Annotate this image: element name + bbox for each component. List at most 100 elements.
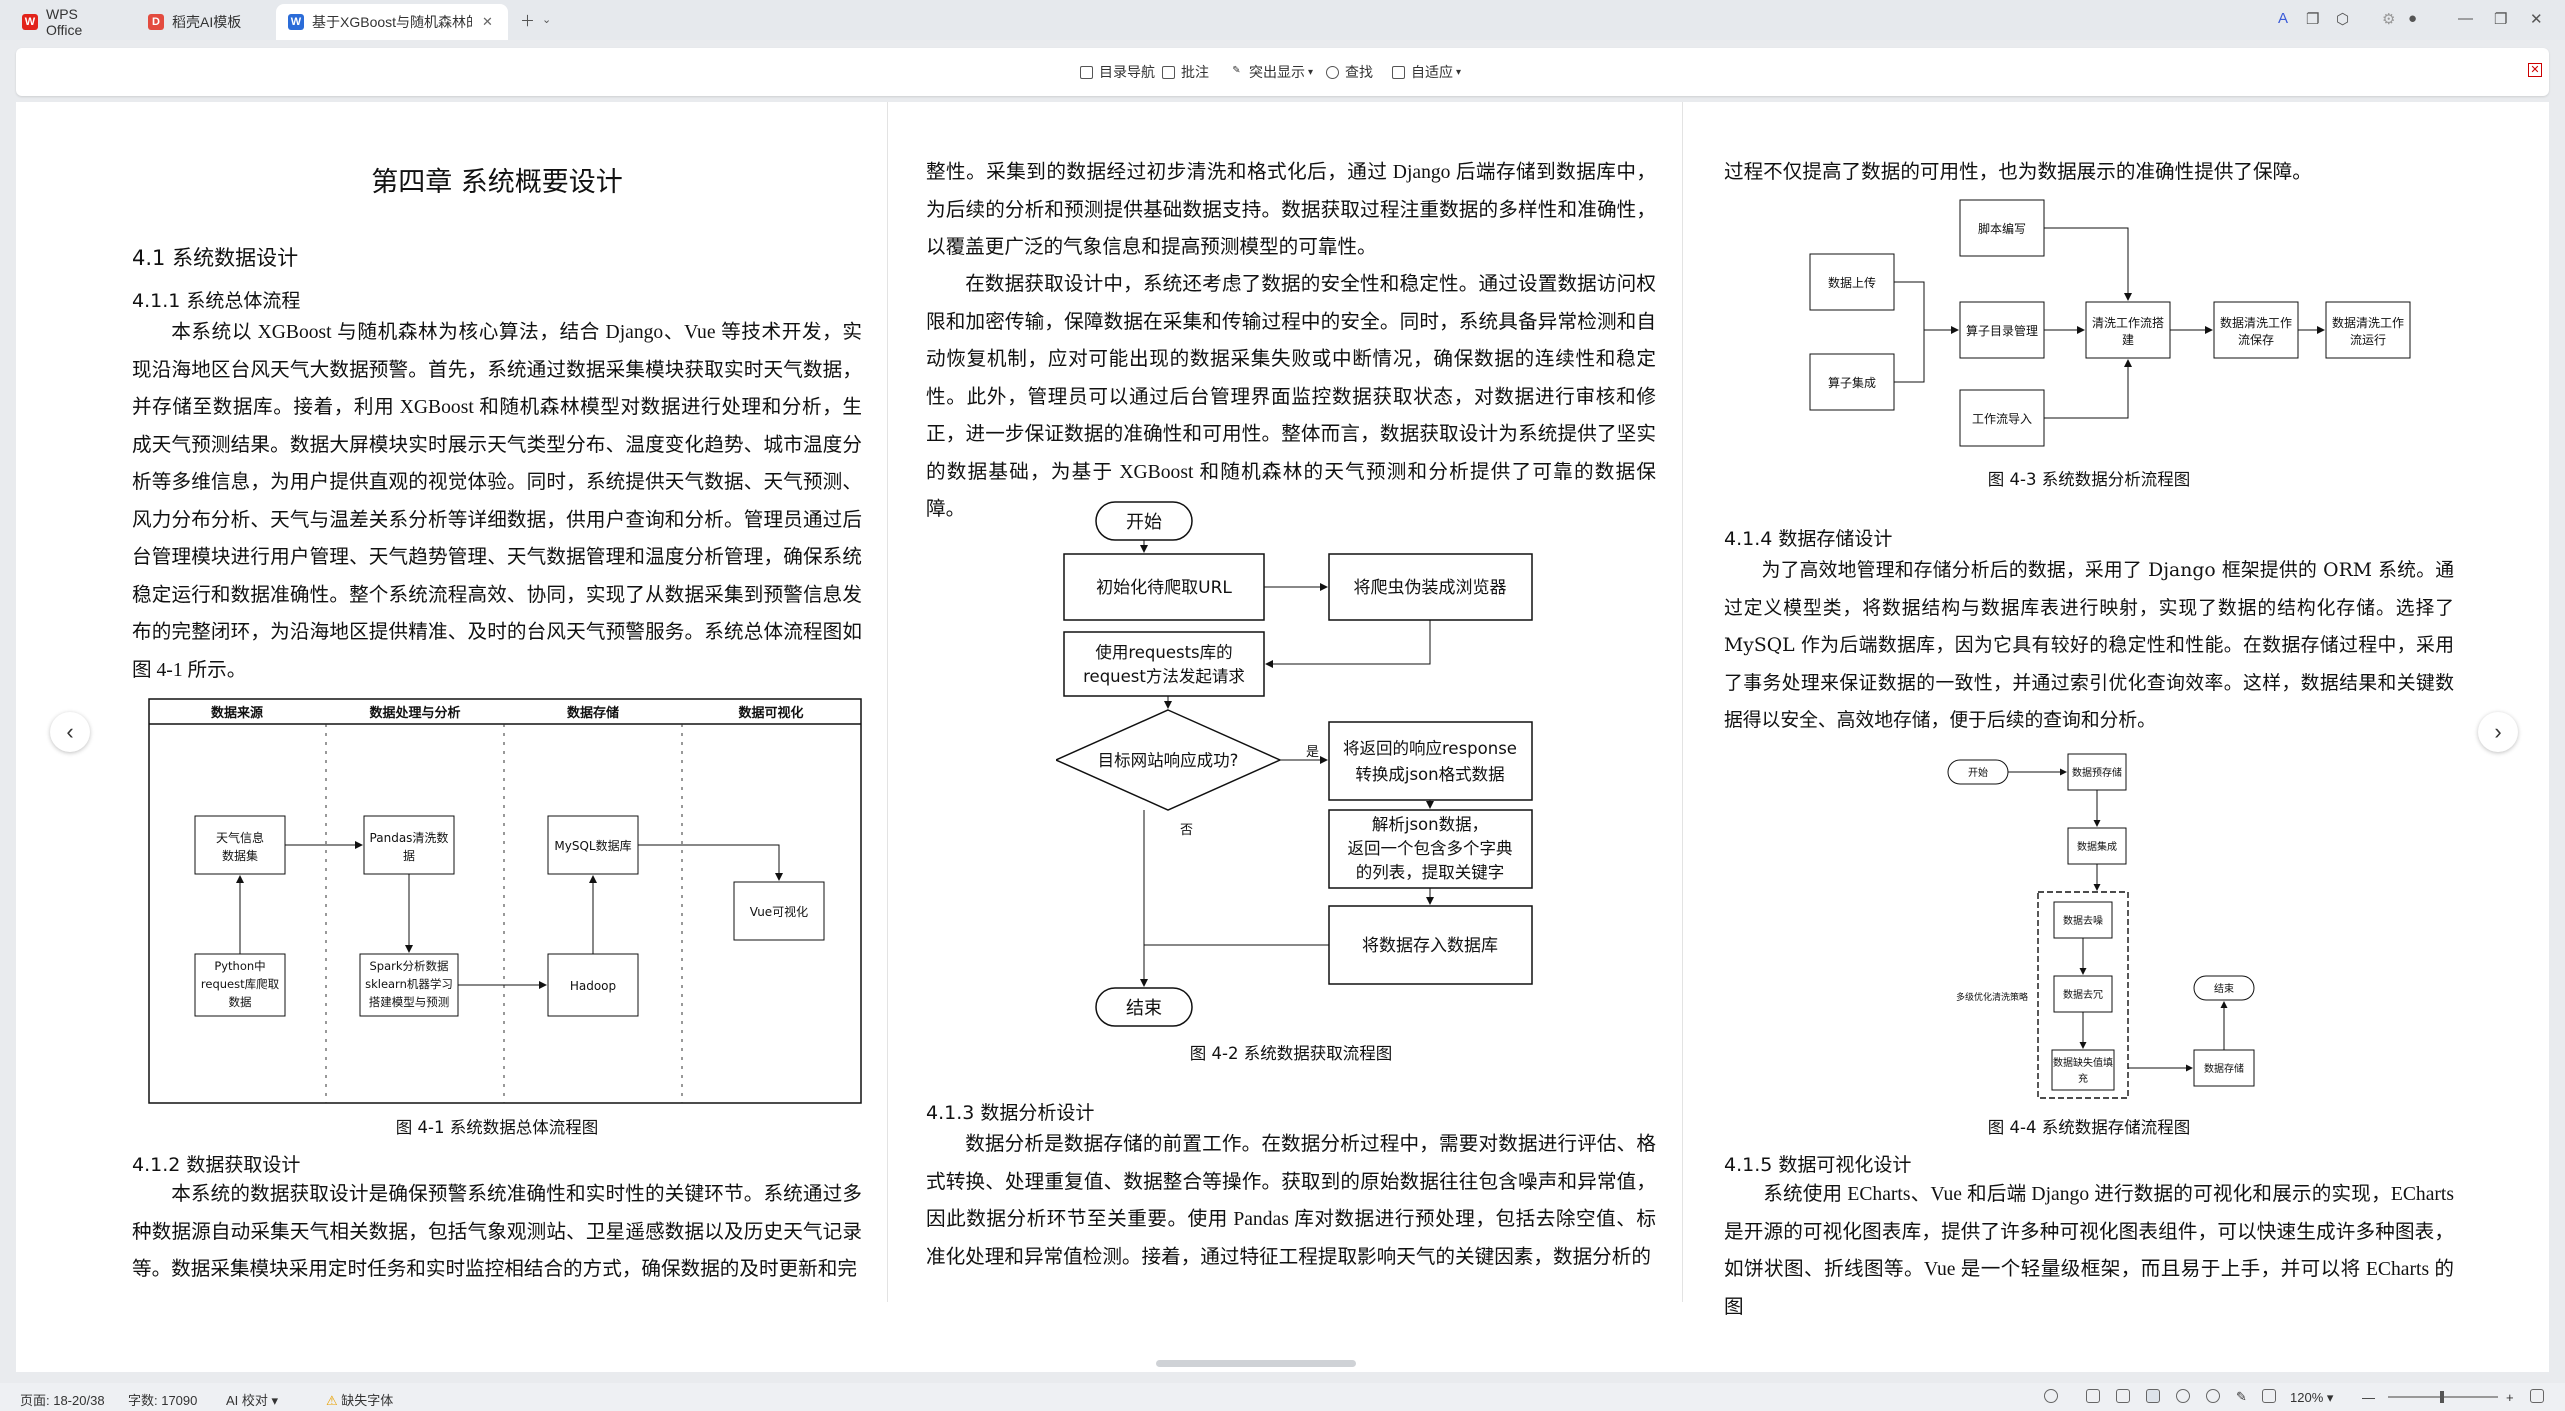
paragraph-analysis-cont: 过程不仅提高了数据的可用性，也为数据展示的准确性提供了保障。	[1724, 162, 2312, 183]
web-view-icon[interactable]	[2176, 1389, 2190, 1403]
fig2-no-label: 否	[1180, 823, 1193, 838]
zoom-slider-handle[interactable]	[2440, 1391, 2444, 1403]
find-button[interactable]: 查找	[1326, 62, 1373, 82]
caption-fig-4-2: 图 4-2 系统数据获取流程图	[1189, 1044, 1393, 1063]
fig3-save-line1: 数据清洗工作	[2220, 315, 2292, 330]
fig4-integration: 数据集成	[2077, 840, 2117, 853]
fig1-node-python-line3: 数据	[229, 995, 252, 1009]
warning-icon: ⚠	[326, 1393, 338, 1408]
fig2-decision: 目标网站响应成功?	[1098, 751, 1239, 770]
ai-proofread-button[interactable]: AI 校对 ▾	[226, 1390, 278, 1409]
highlight-button[interactable]: ✎ 突出显示 ▾	[1230, 62, 1313, 82]
settings-icon[interactable]: ⚙	[2382, 10, 2395, 28]
toc-button[interactable]: 目录导航	[1080, 62, 1155, 82]
fig3-import: 工作流导入	[1972, 412, 2032, 426]
fig4-side-label: 多级优化清洗策略	[1956, 991, 2028, 1003]
fig4-start: 开始	[1968, 766, 1988, 779]
prev-page-button[interactable]: ‹	[50, 712, 90, 752]
paragraph-overall-flow: 本系统以 XGBoost 与随机森林为核心算法，结合 Django、Vue 等技…	[132, 322, 862, 681]
tab-label: 基于XGBoost与随机森林的...	[312, 14, 472, 30]
zoom-out-button[interactable]: —	[2362, 1390, 2375, 1405]
word-count[interactable]: 字数: 17090	[128, 1390, 197, 1409]
exit-reading-icon[interactable]: ✕	[2528, 63, 2542, 77]
fig2-parse-line3: 的列表，提取关键字	[1356, 863, 1505, 882]
heading-4-1-2: 4.1.2 数据获取设计	[132, 1154, 301, 1176]
fig2-disguise: 将爬虫伪装成浏览器	[1354, 578, 1507, 598]
window-icon[interactable]: ❐	[2306, 10, 2319, 28]
fit-button[interactable]: 自适应 ▾	[1392, 62, 1461, 82]
fig1-header-processing: 数据处理与分析	[369, 705, 460, 721]
fig3-upload: 数据上传	[1828, 275, 1876, 290]
tab-list-chevron-icon[interactable]: ⌄	[542, 13, 551, 26]
minimize-icon[interactable]: —	[2458, 10, 2473, 27]
missing-font-button[interactable]: ⚠ 缺失字体	[326, 1390, 393, 1409]
fig4-fill-line1: 数据缺失值填	[2053, 1056, 2113, 1069]
fig2-start: 开始	[1126, 512, 1162, 533]
paragraph-data-analysis: 数据分析是数据存储的前置工作。在数据分析过程中，需要对数据进行评估、格式转换、处…	[926, 1134, 1656, 1268]
tab-bar: W WPS Office D 稻壳AI模板 W 基于XGBoost与随机森林的.…	[0, 0, 2565, 40]
fig4-store: 数据存储	[2204, 1062, 2244, 1075]
fit-page-icon[interactable]	[2262, 1389, 2276, 1403]
fig1-node-pandas: Pandas清洗数	[370, 830, 449, 845]
chevron-down-icon: ▾	[1456, 66, 1462, 78]
user-avatar-icon[interactable]: ●	[2408, 10, 2417, 27]
fig3-build-line1: 清洗工作流搭	[2092, 316, 2164, 330]
paragraph-visualization: 系统使用 ECharts、Vue 和后端 Django 进行数据的可视化和展示的…	[1724, 1184, 2454, 1318]
svg-text:据: 据	[403, 849, 415, 863]
globe-icon[interactable]	[2206, 1389, 2220, 1403]
page-indicator[interactable]: 页面: 18-20/38	[20, 1390, 105, 1409]
fig3-run-line2: 流运行	[2350, 333, 2386, 347]
figure-4-2-flowchart: 开始 初始化待爬取URL 将爬虫伪装成浏览器 使用requests库的 requ…	[1056, 501, 1533, 1027]
comment-button[interactable]: 批注	[1162, 62, 1209, 82]
fig2-parse-line2: 返回一个包含多个字典	[1348, 839, 1513, 858]
ai-icon[interactable]: A	[2278, 10, 2288, 27]
reading-toolbar: 目录导航 批注 ✎ 突出显示 ▾ 查找 自适应 ▾ ✕	[16, 48, 2549, 96]
pen-icon[interactable]: ✎	[2236, 1389, 2250, 1404]
close-tab-icon[interactable]: ✕	[482, 14, 493, 30]
fig4-denoise: 数据去噪	[2063, 914, 2103, 927]
close-window-icon[interactable]: ✕	[2530, 10, 2543, 28]
fullscreen-icon[interactable]	[2530, 1389, 2544, 1403]
fig2-yes-label: 是	[1306, 745, 1319, 760]
tab-wps-office[interactable]: W WPS Office	[10, 4, 130, 40]
missing-font-label: 缺失字体	[341, 1393, 394, 1408]
tab-label: WPS Office	[45, 6, 83, 38]
svg-text:数据集: 数据集	[222, 848, 258, 863]
box-icon[interactable]: ⬡	[2336, 10, 2349, 28]
fig1-node-python-line1: Python中	[214, 959, 265, 973]
heading-4-1: 4.1 系统数据设计	[132, 246, 299, 270]
heading-4-1-4: 4.1.4 数据存储设计	[1724, 528, 1893, 550]
horizontal-scrollbar[interactable]	[1156, 1360, 1356, 1367]
outline-view-icon[interactable]	[2116, 1389, 2130, 1403]
paragraph-acquisition-cont: 整性。采集到的数据经过初步清洗和格式化后，通过 Django 后端存储到数据库中…	[926, 162, 1656, 258]
fig2-parse-line1: 解析json数据，	[1372, 815, 1488, 834]
status-bar: 页面: 18-20/38 字数: 17090 AI 校对 ▾ ⚠ 缺失字体 ✎ …	[0, 1383, 2565, 1411]
page-view-icon[interactable]	[2086, 1389, 2100, 1403]
fig1-node-dataset: 天气信息	[216, 830, 264, 845]
new-tab-icon[interactable]: ＋	[520, 10, 535, 31]
eye-icon[interactable]	[2044, 1389, 2058, 1403]
docer-logo-icon: D	[148, 14, 164, 30]
fig1-header-source: 数据来源	[211, 705, 263, 721]
comment-icon	[1162, 65, 1175, 79]
comment-label: 批注	[1181, 64, 1209, 80]
fig1-node-hadoop: Hadoop	[570, 979, 616, 993]
fig3-save-line2: 流保存	[2238, 333, 2274, 347]
next-page-button[interactable]: ›	[2478, 712, 2518, 752]
zoom-in-button[interactable]: +	[2506, 1390, 2514, 1405]
zoom-level[interactable]: 120% ▾	[2290, 1390, 2333, 1406]
fig1-header-storage: 数据存储	[567, 705, 619, 721]
fig3-operator-integration: 算子集成	[1828, 375, 1876, 390]
fig2-convert-line2: 转换成json格式数据	[1355, 765, 1504, 784]
fig2-convert-line1: 将返回的响应response	[1343, 739, 1517, 758]
chevron-right-icon: ›	[2494, 719, 2502, 744]
zoom-value: 120%	[2290, 1390, 2324, 1405]
fig2-request-line1: 使用requests库的	[1095, 643, 1232, 662]
caption-fig-4-3: 图 4-3 系统数据分析流程图	[1987, 470, 2191, 489]
find-label: 查找	[1345, 64, 1373, 80]
tab-docer-ai[interactable]: D 稻壳AI模板	[136, 4, 276, 40]
reading-mode-icon[interactable]	[2146, 1389, 2160, 1403]
fig4-end: 结束	[2214, 982, 2234, 995]
maximize-icon[interactable]: ❐	[2494, 10, 2507, 28]
tab-document[interactable]: W 基于XGBoost与随机森林的... ✕	[276, 4, 508, 40]
